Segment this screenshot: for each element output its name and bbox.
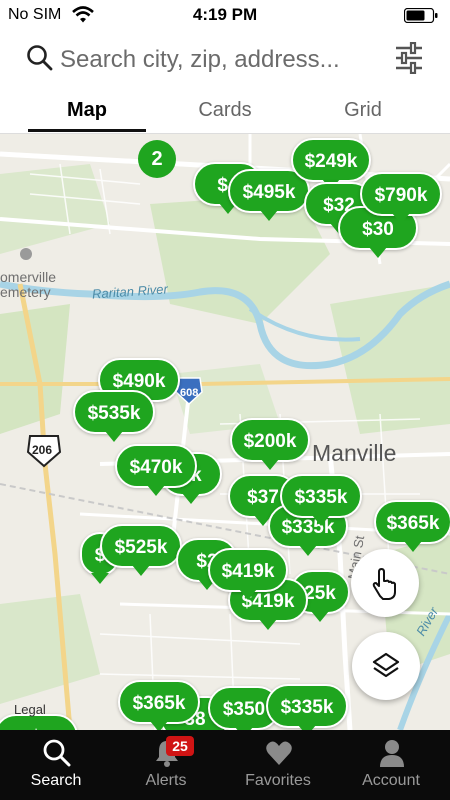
map-layers-button[interactable]: [352, 632, 420, 700]
bottom-navigation: Search 25 Alerts Favorites Account: [0, 730, 450, 800]
nav-account[interactable]: Account: [335, 730, 447, 800]
map-view[interactable]: omerville emetery Raritan River Manville…: [0, 134, 450, 730]
route-608-label: 608: [180, 387, 199, 399]
layers-icon: [372, 652, 400, 678]
heart-icon: [266, 741, 292, 765]
nav-favorites[interactable]: Favorites: [222, 730, 334, 800]
price-pin[interactable]: $249k: [291, 138, 371, 190]
search-icon[interactable]: [26, 44, 54, 72]
nav-search[interactable]: Search: [0, 730, 112, 800]
search-icon: [43, 739, 71, 767]
price-pin[interactable]: $335k: [266, 684, 348, 730]
nav-alerts-label: Alerts: [145, 772, 187, 789]
price-pin[interactable]: $335k: [280, 474, 362, 526]
active-tab-indicator: [28, 129, 146, 132]
tab-cards[interactable]: Cards: [165, 90, 285, 134]
filter-sliders-icon[interactable]: [394, 42, 424, 74]
price-pin[interactable]: $790k: [360, 172, 442, 224]
alerts-count-badge: 25: [166, 736, 194, 756]
tab-grid[interactable]: Grid: [303, 90, 423, 134]
nav-account-label: Account: [362, 772, 420, 789]
nav-favorites-label: Favorites: [245, 772, 311, 789]
town-label: Manville: [312, 440, 397, 466]
draw-search-button[interactable]: [351, 549, 419, 617]
status-bar: No SIM 4:19 PM: [0, 0, 450, 30]
cemetery-label: omerville emetery: [0, 269, 57, 300]
search-bar: [0, 30, 450, 90]
price-pin[interactable]: $365k: [374, 500, 450, 552]
hand-pointer-icon: [372, 568, 396, 600]
status-time: 4:19 PM: [192, 5, 258, 24]
person-icon: [380, 740, 404, 767]
route-206-label: 206: [32, 443, 53, 457]
price-pin[interactable]: $365k: [118, 680, 200, 730]
view-tabs: Map Cards Grid: [0, 90, 450, 134]
price-pin[interactable]: $535k: [73, 390, 155, 442]
search-input[interactable]: [60, 42, 380, 78]
cluster-marker[interactable]: 2: [138, 140, 176, 178]
tab-map[interactable]: Map: [27, 90, 147, 134]
price-pin[interactable]: $200k: [230, 418, 310, 470]
price-pin[interactable]: $419k: [208, 548, 288, 600]
legal-link[interactable]: Legal: [14, 702, 46, 717]
price-pin[interactable]: $470k: [115, 444, 197, 496]
price-pin[interactable]: $525k: [100, 524, 182, 576]
nav-search-label: Search: [30, 772, 82, 789]
battery-icon: [404, 8, 438, 23]
nav-alerts[interactable]: 25 Alerts: [110, 730, 222, 800]
